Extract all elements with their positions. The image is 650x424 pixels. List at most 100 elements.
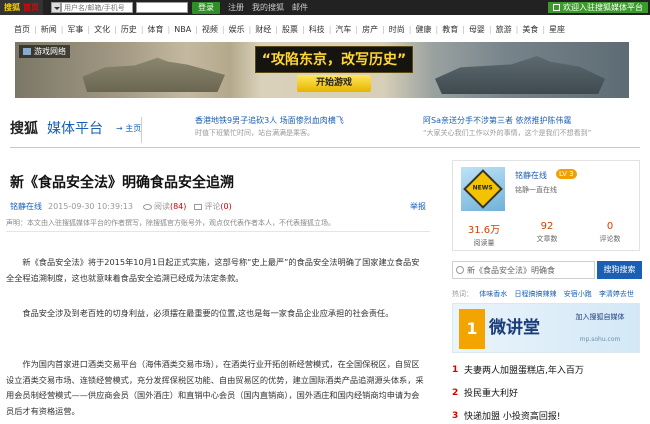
nav-item[interactable]: 体育: [148, 24, 164, 35]
header-news-item[interactable]: 香港地铁9男子追砍3人 场面惨烈血肉横飞 时值下班繁忙时间，站台满满是乘客。: [195, 115, 344, 138]
nav-item[interactable]: 财经: [255, 24, 271, 35]
stat-comments: 0 评论数: [579, 221, 641, 244]
rank-text[interactable]: 快递加盟 小投资高回报!: [464, 409, 560, 422]
profile-desc: 铭静一直在线: [515, 186, 557, 194]
nav-separator: |: [221, 25, 225, 34]
rank-number: 3: [452, 410, 459, 421]
rank-text[interactable]: 投民重大利好: [464, 386, 518, 399]
hot-word-link[interactable]: 李清婷去世: [599, 290, 634, 298]
nav-separator: |: [167, 25, 171, 34]
nav-separator: |: [515, 25, 519, 34]
article-paragraph: 作为国内首家进口酒类交易平台（海伟酒类交易市场），在酒类行业开拓创新经营模式，在…: [6, 359, 424, 416]
article-paragraph: 食品安全涉及到老百姓的切身利益，必须摆在最重要的位置,这也是每一家食品企业应承担…: [22, 308, 394, 318]
search-input[interactable]: 新《食品安全法》明确食: [452, 261, 595, 279]
ad-list-item[interactable]: 2 投民重大利好: [452, 386, 640, 400]
nav-separator: |: [114, 25, 117, 34]
author-link[interactable]: 铭静在线: [10, 201, 42, 212]
nav-separator: |: [34, 25, 37, 34]
nav-item[interactable]: 新闻: [41, 24, 57, 35]
nav-item[interactable]: 健康: [416, 24, 432, 35]
nav-separator: |: [60, 25, 64, 34]
header-news-item[interactable]: 阿Sa亲送分手不涉第三者 依然推护陈伟霆 “大家关心我们工作以外的事情，这个是我…: [423, 115, 591, 138]
game-banner-ad[interactable]: 游戏网络 “攻陷东京，改写历史” 开始游戏: [15, 42, 629, 98]
eye-icon: [142, 203, 152, 210]
rank-number: 1: [452, 364, 459, 375]
nav-separator: |: [301, 25, 305, 34]
nav-item[interactable]: 科技: [309, 24, 325, 35]
micro-lecture-ad[interactable]: 1 微讲堂 加入搜狐自媒体 mp.sohu.com: [452, 303, 640, 353]
nav-item[interactable]: 历史: [121, 24, 137, 35]
nav-item[interactable]: 母婴: [469, 24, 485, 35]
brand-sohu[interactable]: 搜狐: [10, 118, 38, 138]
nav-separator: |: [195, 25, 198, 34]
mail-link[interactable]: 邮件: [292, 2, 308, 13]
logo-text: 搜狐: [4, 3, 20, 12]
nav-item[interactable]: 旅游: [496, 24, 512, 35]
hot-words: 热词： 体味香水 日程搞搞辣辣 安宿小跑 李清婷去世: [452, 289, 639, 299]
stat-articles: 92 文章数: [516, 221, 578, 244]
header-news-sub: 时值下班繁忙时间，站台满满是乘客。: [195, 129, 314, 137]
brand-media-platform[interactable]: 媒体平台: [47, 118, 103, 138]
report-link[interactable]: 举报: [410, 201, 426, 212]
hot-word-link[interactable]: 安宿小跑: [564, 290, 592, 298]
right-sidebar: NEWS 铭静在线 LV 3 铭静一直在线 31.6万 阅读量 92 文章数 0…: [452, 160, 642, 424]
nav-separator: |: [462, 25, 465, 34]
nav-item[interactable]: 时尚: [389, 24, 405, 35]
nav-item[interactable]: 房产: [362, 24, 378, 35]
home-link[interactable]: 首页: [23, 2, 39, 13]
comment-icon: [194, 203, 203, 210]
article-title: 新《食品安全法》明确食品安全追溯: [10, 175, 234, 191]
nav-item[interactable]: 军事: [67, 24, 83, 35]
hot-word-link[interactable]: 体味香水: [479, 290, 507, 298]
author-avatar[interactable]: NEWS: [461, 167, 505, 211]
welcome-label: 欢迎入驻搜狐媒体平台: [563, 3, 643, 12]
nav-item[interactable]: 美食: [522, 24, 538, 35]
header-news-title[interactable]: 香港地铁9男子追砍3人 场面惨烈血肉横飞: [195, 115, 344, 126]
ad-list-item[interactable]: 1 夫妻两人加盟蛋糕店,年入百万: [452, 363, 640, 377]
nav-item[interactable]: 星座: [549, 24, 565, 35]
article-paragraph: 新《食品安全法》将于2015年10月1日起正式实施，这部号称“史上最严”的食品安…: [6, 257, 420, 283]
banner-tag: 游戏网络: [19, 45, 70, 58]
nav-separator: |: [382, 25, 385, 34]
login-button[interactable]: 登录: [192, 1, 220, 14]
nav-item[interactable]: 股票: [282, 24, 298, 35]
nav-item[interactable]: 文化: [94, 24, 110, 35]
nav-item[interactable]: 首页: [14, 24, 30, 35]
username-input[interactable]: [61, 2, 133, 13]
nav-item[interactable]: 教育: [442, 24, 458, 35]
channel-nav: 首页 | 新闻 | 军事 | 文化 | 历史 | 体育 | NBA | 视频 | 娱乐 | 财经 | 股票 | 科技 | 汽车 |…: [14, 24, 565, 35]
welcome-button[interactable]: 欢迎入驻搜狐媒体平台: [548, 2, 648, 13]
ad-title: 微讲堂: [489, 318, 540, 338]
my-sohu-link[interactable]: 我的搜狐: [252, 2, 284, 13]
rank-text[interactable]: 夫妻两人加盟蛋糕店,年入百万: [464, 363, 584, 376]
nav-item[interactable]: 视频: [202, 24, 218, 35]
nav-item[interactable]: 汽车: [335, 24, 351, 35]
profile-name[interactable]: 铭静在线: [515, 170, 547, 181]
nav-item[interactable]: NBA: [174, 25, 191, 34]
nav-item[interactable]: 娱乐: [229, 24, 245, 35]
password-input[interactable]: [136, 2, 188, 13]
sohu-logo[interactable]: 搜狐 首页: [0, 0, 43, 15]
nav-separator: |: [87, 25, 91, 34]
ad-list-item[interactable]: 3 快递加盟 小投资高回报!: [452, 409, 640, 423]
hot-word-link[interactable]: 日程搞搞辣辣: [514, 290, 556, 298]
ad-right-text: 加入搜狐自媒体: [575, 313, 625, 321]
header-news-title[interactable]: 阿Sa亲送分手不涉第三者 依然推护陈伟霆: [423, 115, 591, 126]
search-icon: [456, 266, 464, 274]
account-type-dropdown[interactable]: [51, 2, 61, 13]
nav-separator: |: [355, 25, 359, 34]
game-icon: [23, 48, 31, 55]
publish-time: 2015-09-30 10:39:13: [48, 202, 133, 211]
brand-home-link[interactable]: → 主页: [116, 123, 141, 134]
start-game-button[interactable]: 开始游戏: [297, 75, 371, 92]
article-meta: 铭静在线 2015-09-30 10:39:13 阅读 (84) 评论 (0) …: [10, 201, 426, 212]
banner-slogan: “攻陷东京，改写历史”: [255, 46, 413, 73]
search-button[interactable]: 搜狗搜索: [597, 261, 642, 279]
comment-label[interactable]: 评论: [204, 201, 220, 212]
search-bar: 新《食品安全法》明确食 搜狗搜索: [452, 261, 642, 279]
header-divider: [10, 147, 640, 148]
divider: [6, 231, 430, 232]
register-link[interactable]: 注册: [228, 2, 244, 13]
nav-separator: |: [408, 25, 412, 34]
article-declaration: 声明：本文由入驻搜狐媒体平台的作者撰写，除搜狐官方账号外，观点仅代表作者本人，不…: [6, 219, 335, 227]
